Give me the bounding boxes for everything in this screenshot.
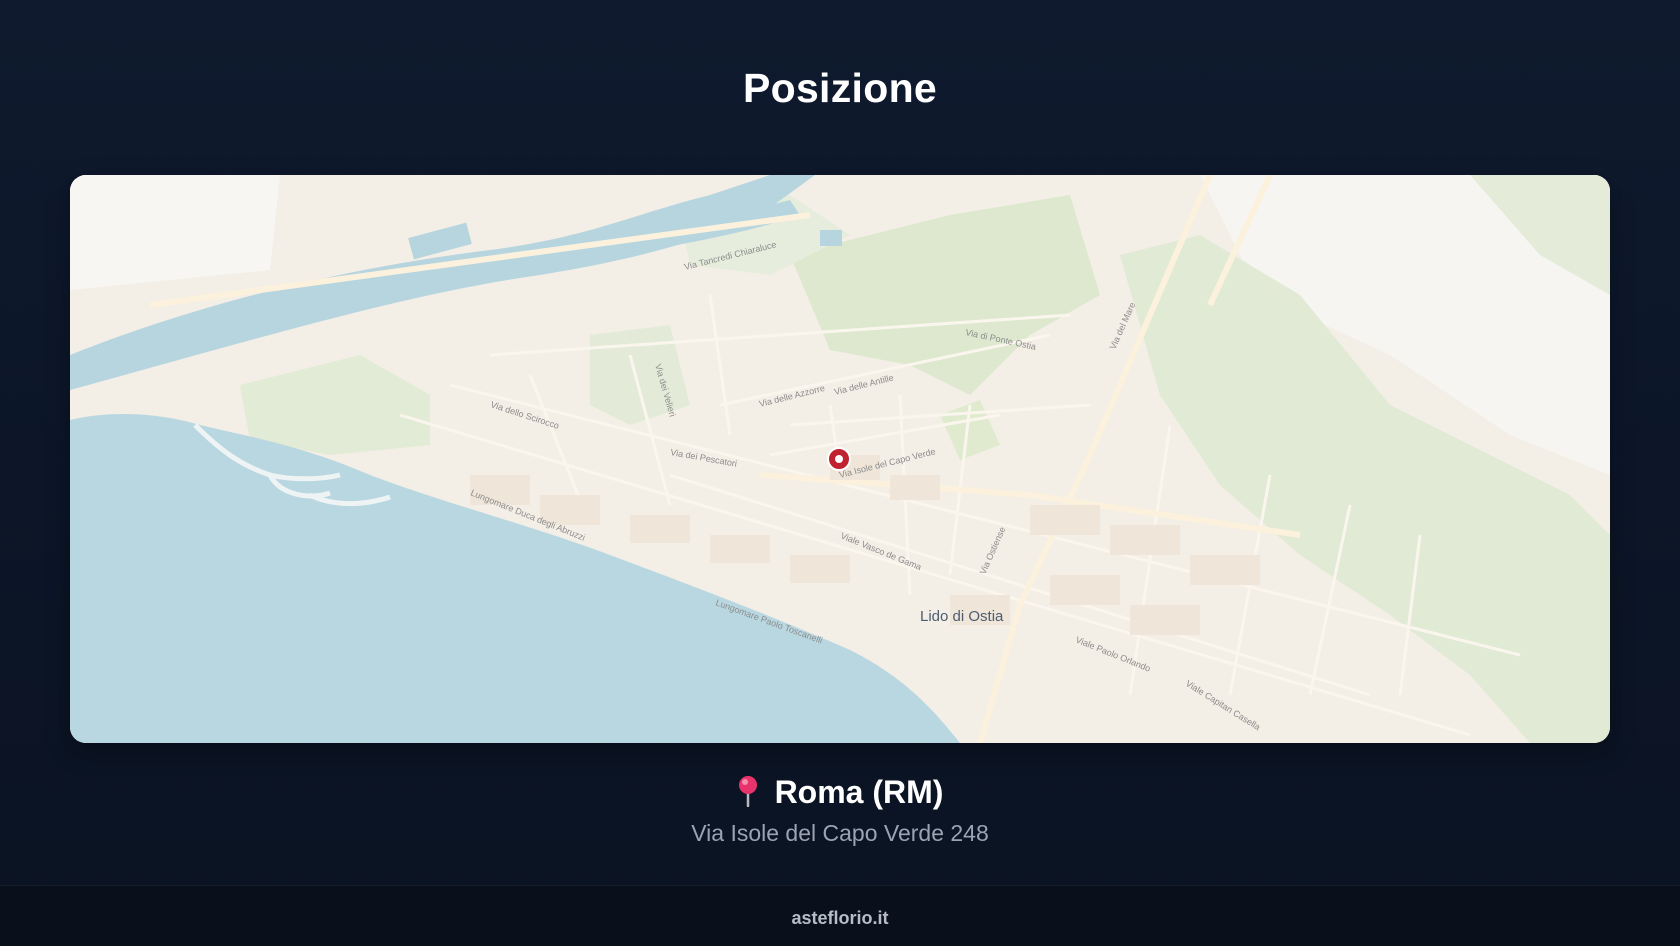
place-label: Lido di Ostia bbox=[920, 608, 1004, 625]
map[interactable]: Via Isole del Capo Verde Via dello Sciro… bbox=[70, 175, 1610, 743]
section-title: Posizione bbox=[742, 65, 938, 111]
location-heading: Roma (RM) bbox=[0, 772, 1680, 816]
address-label: Via Isole del Capo Verde 248 bbox=[691, 820, 989, 846]
footer-site[interactable]: asteflorio.it bbox=[0, 908, 1680, 929]
footer: asteflorio.it bbox=[0, 885, 1680, 946]
city-label: Roma (RM) bbox=[774, 774, 944, 810]
map-canvas[interactable]: Via Isole del Capo Verde Via dello Sciro… bbox=[70, 175, 1610, 743]
location-marker[interactable] bbox=[827, 447, 851, 471]
basin bbox=[820, 230, 842, 246]
pushpin-icon bbox=[737, 775, 759, 816]
